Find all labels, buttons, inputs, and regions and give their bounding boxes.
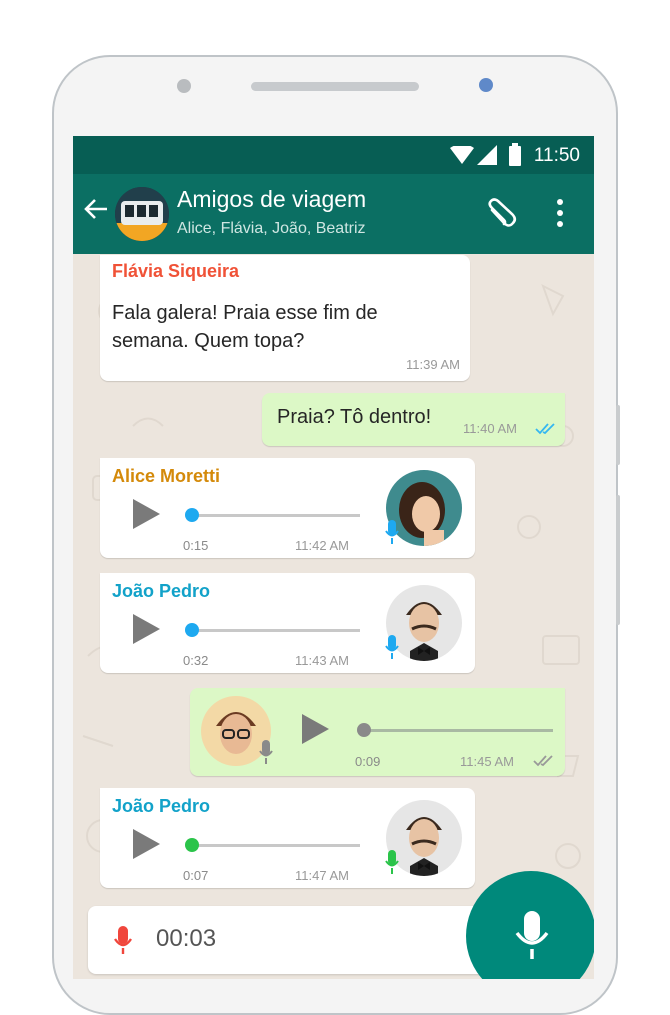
side-button-upper: [616, 405, 620, 465]
paperclip-icon[interactable]: [484, 198, 518, 232]
message-time: 11:43 AM: [295, 653, 349, 668]
front-camera: [177, 79, 191, 93]
message-time: 11:42 AM: [295, 538, 349, 553]
message-time: 11:45 AM: [460, 754, 514, 769]
double-check-icon: [533, 755, 553, 767]
mic-icon: [385, 520, 399, 544]
more-vert-icon[interactable]: [555, 198, 565, 228]
mic-icon: [385, 635, 399, 659]
play-icon[interactable]: [302, 714, 329, 744]
message-time: 11:40 AM: [463, 421, 517, 436]
recording-timer: 00:03: [156, 925, 217, 952]
status-bar: 11:50: [73, 136, 594, 174]
recording-bar[interactable]: 00:03: [88, 906, 508, 974]
mic-icon: [385, 850, 399, 874]
voice-message-outgoing[interactable]: 0:09 11:45 AM: [190, 688, 565, 776]
group-photo: [115, 187, 169, 241]
back-arrow-icon[interactable]: [83, 196, 109, 222]
play-icon[interactable]: [133, 829, 160, 859]
chat-title: Amigos de viagem: [177, 186, 367, 212]
signal-icon: [477, 145, 497, 165]
group-avatar[interactable]: [115, 187, 169, 241]
double-check-icon: [535, 423, 555, 435]
earpiece-speaker: [251, 82, 419, 91]
voice-duration: 0:32: [183, 653, 209, 668]
voice-duration: 0:07: [183, 868, 209, 883]
voice-progress-handle[interactable]: [185, 623, 199, 637]
voice-progress-handle[interactable]: [185, 838, 199, 852]
voice-message-joao-2[interactable]: João Pedro 0:07 11:47 AM: [100, 788, 475, 888]
message-text: Praia? Tô dentro!: [277, 406, 432, 428]
voice-duration: 0:09: [355, 754, 381, 769]
message-time: 11:39 AM: [406, 357, 460, 372]
voice-progress-track[interactable]: [360, 729, 553, 732]
message-time: 11:47 AM: [295, 868, 349, 883]
wifi-icon: [450, 146, 474, 164]
voice-progress-track[interactable]: [188, 844, 360, 847]
sender-name: Alice Moretti: [112, 466, 221, 486]
chat-members: Alice, Flávia, João, Beatriz: [177, 220, 366, 237]
sender-name: João Pedro: [112, 581, 211, 601]
mic-icon: [114, 926, 132, 954]
voice-progress-handle[interactable]: [185, 508, 199, 522]
play-icon[interactable]: [133, 499, 160, 529]
play-icon[interactable]: [133, 614, 160, 644]
voice-progress-track[interactable]: [188, 629, 360, 632]
battery-icon: [509, 143, 521, 166]
mic-icon: [515, 911, 549, 959]
message-bubble-outgoing[interactable]: Praia? Tô dentro! 11:40 AM: [262, 393, 565, 446]
voice-duration: 0:15: [183, 538, 209, 553]
status-time: 11:50: [533, 145, 580, 166]
sender-name: João Pedro: [112, 796, 211, 816]
message-text: Fala galera! Praia esse fim de semana. Q…: [112, 302, 378, 352]
sender-name: Flávia Siqueira: [112, 261, 240, 281]
chat-header[interactable]: Amigos de viagem Alice, Flávia, João, Be…: [73, 174, 594, 254]
voice-message-joao[interactable]: João Pedro 0:32 11:43 AM: [100, 573, 475, 673]
app-screen: 11:50 Amigos de viagem Alice, Flávia, Jo…: [73, 136, 594, 979]
voice-progress-track[interactable]: [188, 514, 360, 517]
mic-icon: [259, 740, 273, 764]
voice-progress-handle[interactable]: [357, 723, 371, 737]
side-button-lower: [616, 495, 620, 625]
proximity-sensor: [479, 78, 493, 92]
voice-message-alice[interactable]: Alice Moretti 0:15 11:42 AM: [100, 458, 475, 558]
message-bubble-flavia[interactable]: Flávia Siqueira Fala galera! Praia esse …: [100, 255, 470, 381]
